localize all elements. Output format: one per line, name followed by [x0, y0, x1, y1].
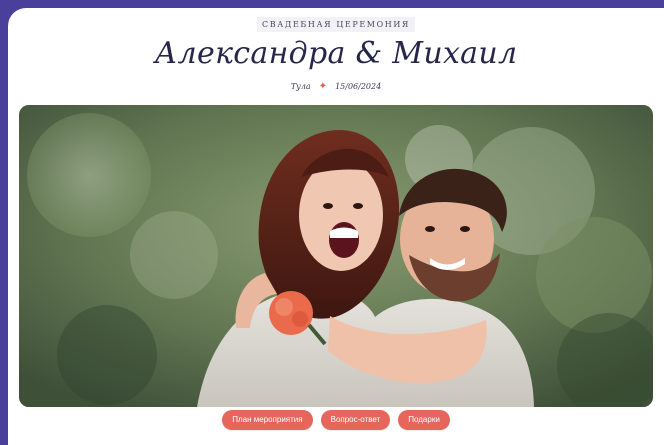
event-plan-button[interactable]: План мероприятия [222, 410, 313, 430]
faq-button[interactable]: Вопрос-ответ [320, 410, 391, 430]
event-date: 15/06/2024 [335, 82, 382, 91]
action-buttons: План мероприятия Вопрос-ответ Подарки [8, 410, 664, 430]
ceremony-label: СВАДЕБНАЯ ЦЕРЕМОНИЯ [257, 17, 415, 32]
invitation-card: СВАДЕБНАЯ ЦЕРЕМОНИЯ Александра & Михаил … [8, 8, 664, 445]
event-location: Тула [290, 82, 311, 91]
sparkle-icon: ✦ [318, 80, 328, 92]
couple-names-title: Александра & Михаил [154, 36, 518, 71]
ceremony-eyebrow: СВАДЕБНАЯ ЦЕРЕМОНИЯ [8, 17, 664, 32]
event-meta: Тула ✦ 15/06/2024 [8, 80, 664, 92]
couple-photo [19, 105, 653, 407]
gifts-button[interactable]: Подарки [398, 410, 450, 430]
